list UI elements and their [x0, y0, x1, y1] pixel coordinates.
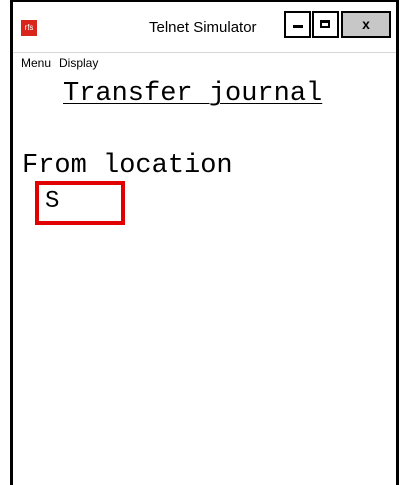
- maximize-icon: [320, 20, 330, 28]
- telnet-window: rfs Telnet Simulator x Menu Display Tran…: [10, 0, 399, 485]
- screen-title: Transfer journal: [63, 79, 323, 109]
- from-location-label: From location: [22, 151, 233, 181]
- minimize-button[interactable]: [284, 11, 311, 38]
- window-title: Telnet Simulator: [149, 19, 257, 36]
- terminal-screen: Transfer journal From location S: [13, 74, 396, 485]
- close-icon: x: [362, 16, 370, 32]
- maximize-button[interactable]: [312, 11, 339, 38]
- app-icon[interactable]: rfs: [21, 20, 37, 36]
- close-button[interactable]: x: [341, 11, 391, 38]
- menu-bar: Menu Display: [13, 52, 396, 73]
- from-location-input[interactable]: S: [35, 181, 125, 225]
- menu-item-menu[interactable]: Menu: [21, 56, 51, 70]
- menu-item-display[interactable]: Display: [59, 56, 98, 70]
- minimize-icon: [293, 25, 303, 28]
- title-bar[interactable]: rfs Telnet Simulator x: [13, 2, 396, 47]
